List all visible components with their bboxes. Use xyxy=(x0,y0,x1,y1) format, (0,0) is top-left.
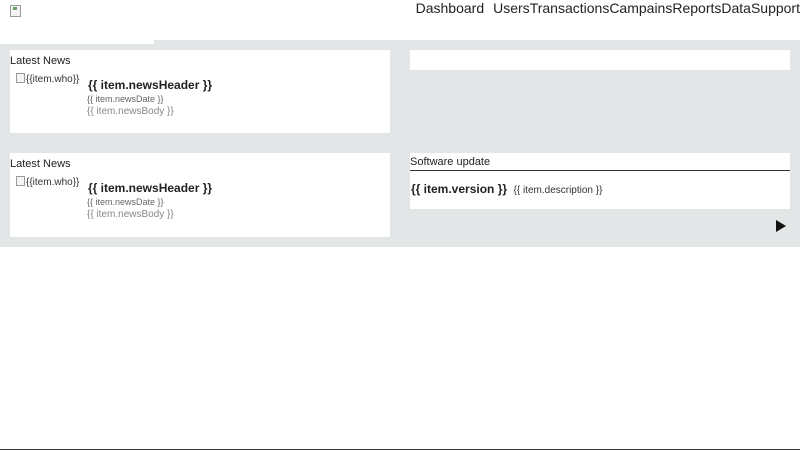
software-update-card: Software update {{ item.version }} {{ it… xyxy=(410,153,790,209)
nav-item-users[interactable]: Users xyxy=(493,0,530,18)
news-body: {{ item.newsBody }} xyxy=(87,106,174,117)
nav-item-campains[interactable]: Campains xyxy=(609,0,672,18)
avatar: {{item.who}} xyxy=(16,176,86,188)
software-description: {{ item.description }} xyxy=(513,185,603,196)
play-icon-shape xyxy=(776,220,786,232)
broken-image-icon[interactable] xyxy=(10,5,22,17)
broken-image-icon xyxy=(16,73,25,83)
empty-card xyxy=(410,50,790,70)
news-header: {{ item.newsHeader }} xyxy=(88,181,213,195)
nav-item-transactions[interactable]: Transactions xyxy=(530,0,610,18)
avatar: {{item.who}} xyxy=(16,73,86,85)
news-card: Latest News {{item.who}} {{ item.newsHea… xyxy=(10,50,390,133)
software-update-title: Software update xyxy=(410,156,790,171)
software-version: {{ item.version }} xyxy=(411,182,508,196)
nav-item-support[interactable]: Support xyxy=(751,0,800,18)
main-nav: Dashboard Users Transactions Campains Re… xyxy=(416,0,800,18)
nav-item-reports[interactable]: Reports xyxy=(672,0,721,18)
avatar-alt-text: {{item.who}} xyxy=(26,74,80,85)
play-icon[interactable] xyxy=(775,219,787,233)
news-date: {{ item.newsDate }} xyxy=(87,197,164,207)
avatar-alt-text: {{item.who}} xyxy=(26,177,80,188)
sidebar-strip xyxy=(0,40,154,44)
news-date: {{ item.newsDate }} xyxy=(87,94,164,104)
news-header: {{ item.newsHeader }} xyxy=(88,78,213,92)
page: Dashboard Users Transactions Campains Re… xyxy=(0,0,800,450)
card-title: Latest News xyxy=(10,158,71,170)
software-update-row: {{ item.version }} {{ item.description }… xyxy=(411,180,602,198)
top-header: Dashboard Users Transactions Campains Re… xyxy=(0,0,800,40)
news-body: {{ item.newsBody }} xyxy=(87,209,174,220)
nav-item-data[interactable]: Data xyxy=(721,0,751,18)
broken-image-icon xyxy=(16,176,25,186)
card-title: Latest News xyxy=(10,55,71,67)
nav-item-dashboard[interactable]: Dashboard xyxy=(416,0,485,18)
news-card: Latest News {{item.who}} {{ item.newsHea… xyxy=(10,153,390,237)
